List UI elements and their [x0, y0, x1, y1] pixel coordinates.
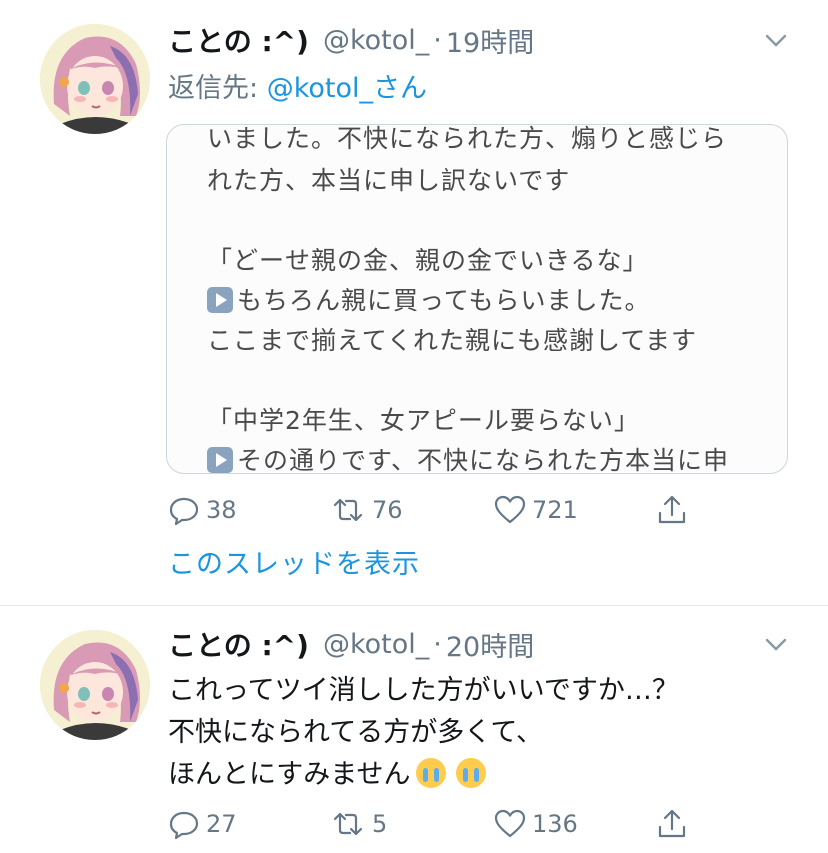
play-button-icon — [207, 287, 233, 313]
attached-image[interactable]: いました。不快になられた方、煽りと感じら れた方、本当に申し訳ないです 「どーせ… — [166, 124, 788, 474]
reply-count: 27 — [206, 810, 237, 838]
play-button-icon — [207, 447, 233, 473]
loudly-crying-face-emoji — [456, 758, 487, 788]
chevron-down-icon[interactable] — [764, 28, 788, 52]
share-button[interactable] — [656, 804, 694, 844]
image-text-line: 「中学2年生、女アピール要らない」 — [207, 406, 640, 435]
like-button[interactable]: 721 — [494, 490, 578, 530]
tweet-text: これってツイ消しした方がいいですか…？ 不快になられてる方が多くて、 ほんとにす… — [168, 670, 679, 796]
image-text: もちろん親に買ってもらいました。 — [237, 286, 651, 315]
tweet-1[interactable]: ことの :^) @kotol_ · 19時間 返信先: @kotol_さん いま… — [0, 0, 828, 605]
image-text-line: ここまで揃えてくれた親にも感謝してます — [207, 326, 698, 355]
retweet-button[interactable]: 5 — [330, 804, 387, 844]
retweet-icon — [333, 812, 363, 836]
reply-icon — [169, 497, 199, 526]
like-count: 721 — [532, 496, 578, 524]
tweet-2[interactable]: ことの :^) @kotol_ · 20時間 これってツイ消しした方がいいですか… — [0, 606, 828, 853]
tweet-actions: 38 76 721 — [168, 490, 728, 530]
image-text-line: その通りです、不快になられた方本当に申 — [207, 441, 730, 474]
image-text-line: れた方、本当に申し訳ないです — [207, 166, 571, 195]
timestamp[interactable]: 19時間 — [446, 21, 534, 60]
timestamp[interactable]: 20時間 — [446, 625, 534, 664]
reply-mention-link[interactable]: @kotol_さん — [267, 73, 427, 104]
heart-icon — [494, 809, 526, 838]
tweet-text-line: ほんとにすみません — [168, 754, 679, 796]
loudly-crying-face-emoji — [416, 758, 447, 788]
retweet-button[interactable]: 76 — [330, 490, 403, 530]
reply-prefix: 返信先: — [168, 73, 259, 104]
heart-icon — [494, 495, 526, 524]
share-button[interactable] — [656, 490, 694, 530]
image-text: その通りです、不快になられた方本当に申 — [237, 446, 730, 474]
tweet-text-span: ほんとにすみません — [168, 759, 411, 790]
reply-count: 38 — [206, 496, 237, 524]
avatar[interactable] — [40, 24, 150, 134]
share-icon — [658, 495, 686, 524]
chevron-down-icon[interactable] — [764, 632, 788, 656]
share-icon — [658, 809, 686, 838]
tweet-text-line: これってツイ消しした方がいいですか…？ — [168, 675, 679, 706]
separator-dot: · — [433, 628, 442, 660]
image-text-line: いました。不快になられた方、煽りと感じら — [207, 124, 728, 153]
user-handle[interactable]: @kotol_ — [323, 25, 429, 56]
retweet-icon — [333, 498, 363, 522]
reply-to: 返信先: @kotol_さん — [168, 66, 427, 105]
tweet-text-line: 不快になられてる方が多くて、 — [168, 717, 544, 748]
display-name[interactable]: ことの :^) — [168, 624, 309, 664]
retweet-count: 5 — [372, 810, 388, 838]
avatar[interactable] — [40, 630, 150, 740]
show-thread-link[interactable]: このスレッドを表示 — [168, 542, 420, 581]
image-text-line: もちろん親に買ってもらいました。 — [207, 281, 651, 317]
user-handle[interactable]: @kotol_ — [323, 629, 429, 660]
image-text-line: 「どーせ親の金、親の金でいきるな」 — [207, 246, 649, 275]
separator-dot: · — [433, 24, 442, 56]
tweet-header: ことの :^) @kotol_ · 20時間 — [168, 624, 534, 664]
tweet-header: ことの :^) @kotol_ · 19時間 — [168, 20, 534, 60]
reply-button[interactable]: 38 — [168, 490, 237, 530]
reply-button[interactable]: 27 — [168, 804, 237, 844]
tweet-actions: 27 5 136 — [168, 804, 728, 844]
display-name[interactable]: ことの :^) — [168, 20, 309, 60]
like-button[interactable]: 136 — [494, 804, 578, 844]
retweet-count: 76 — [372, 496, 403, 524]
like-count: 136 — [532, 810, 578, 838]
reply-icon — [169, 811, 199, 840]
